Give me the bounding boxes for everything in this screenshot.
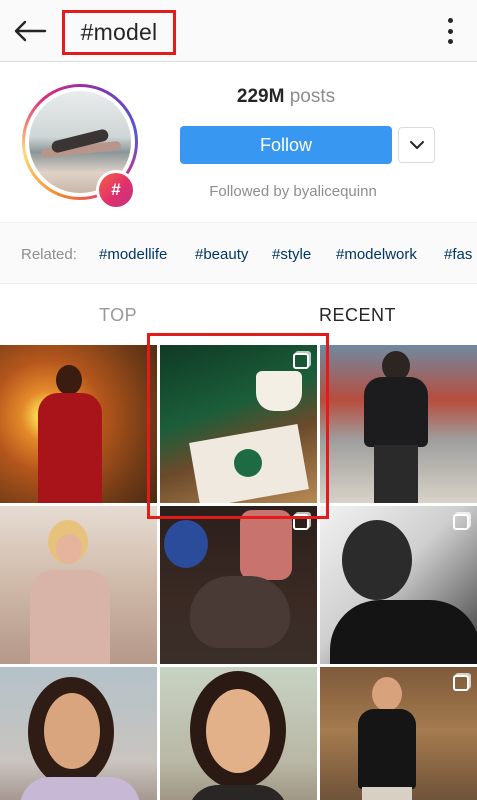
arrow-left-icon [14,20,47,42]
post-thumbnail[interactable] [0,345,157,503]
post-thumbnail[interactable] [160,667,317,800]
post-thumbnail[interactable] [0,506,157,664]
post-thumbnail[interactable] [320,506,477,664]
hashtag-icon: # [99,173,133,207]
related-tag[interactable]: #modelwork [336,246,417,263]
post-thumbnail[interactable] [160,345,317,503]
related-tag[interactable]: #beauty [195,246,248,263]
multiple-posts-icon [293,514,309,530]
title-highlight-box: #model [62,10,176,55]
multiple-posts-icon [453,514,469,530]
tab-top[interactable]: TOP [99,305,137,326]
posts-grid [0,345,477,800]
follow-button[interactable]: Follow [180,126,392,164]
post-thumbnail[interactable] [320,667,477,800]
posts-count: 229M posts [180,86,392,108]
post-thumbnail[interactable] [160,506,317,664]
tab-recent[interactable]: RECENT [319,305,396,326]
post-thumbnail[interactable] [320,345,477,503]
hashtag-badge: # [96,170,136,210]
more-vertical-icon-dot [447,28,453,34]
related-hashtags-bar: Related: #modellife #beauty #style #mode… [0,222,477,284]
top-bar: #model [0,0,477,62]
back-button[interactable] [12,14,48,48]
feed-tabs: TOP RECENT [0,285,477,343]
posts-label: posts [289,86,336,107]
more-options-button[interactable] [445,18,455,44]
multiple-posts-icon [453,675,469,691]
multiple-posts-icon [293,353,309,369]
page-title: #model [80,19,158,45]
chevron-down-icon [409,141,424,149]
post-thumbnail[interactable] [0,667,157,800]
related-tag[interactable]: #style [272,246,311,263]
followed-by-text[interactable]: Followed by byalicequinn [180,183,406,200]
related-tag[interactable]: #fas [444,246,472,263]
more-vertical-icon [447,18,453,23]
suggestions-dropdown-button[interactable] [398,127,435,163]
posts-number: 229M [236,86,285,107]
related-tag[interactable]: #modellife [99,246,167,263]
related-label: Related: [21,246,77,263]
more-vertical-icon-dot [447,39,453,44]
